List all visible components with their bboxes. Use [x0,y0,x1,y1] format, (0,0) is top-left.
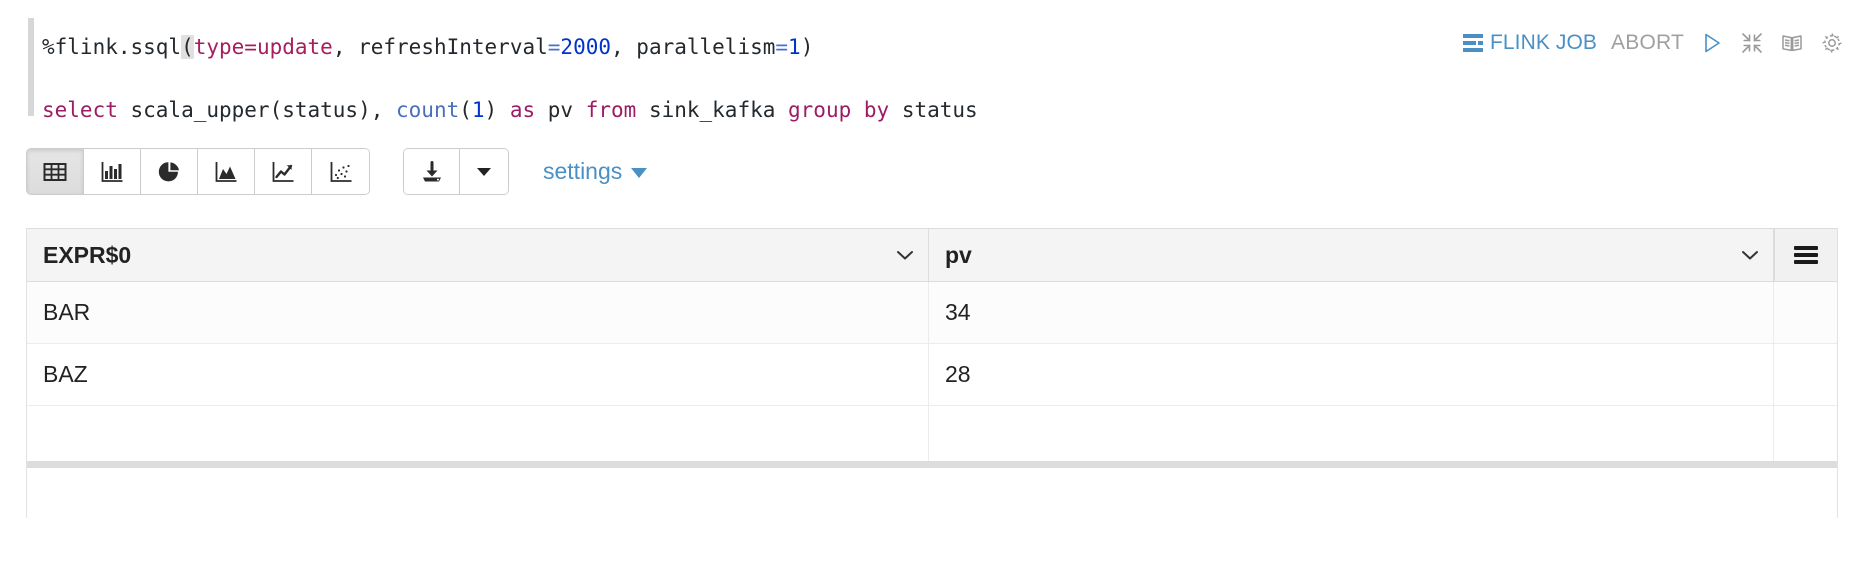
column-header-label: EXPR$0 [43,242,896,269]
chart-type-pie[interactable] [141,149,198,194]
horizontal-scrollbar[interactable] [27,461,1837,468]
param-refresh-eq: = [548,35,561,59]
cell-pv: 34 [929,282,1774,343]
scatter-chart-icon [328,159,354,185]
param-sep-2: , [611,35,636,59]
sql-keyword-from: from [573,98,649,122]
column-header-expr0[interactable]: EXPR$0 [27,229,929,281]
bar-chart-icon [99,159,125,185]
sql-paren-close: ) [485,98,498,122]
sql-literal-one: 1 [472,98,485,122]
run-icon[interactable] [1700,31,1724,55]
code-line-sql[interactable]: select scala_upper(status), count(1) as … [42,100,978,121]
abort-button[interactable]: ABORT [1611,31,1684,55]
code-content[interactable]: %flink.ssql(type=update, refreshInterval… [42,22,93,169]
sql-expression: scala_upper(status), [118,98,396,122]
sql-keyword-by: by [864,98,889,122]
gear-icon[interactable] [1820,31,1844,55]
chart-type-line[interactable] [255,149,312,194]
sql-alias-pv: pv [548,98,573,122]
code-editor[interactable]: %flink.ssql(type=update, refreshInterval… [0,0,1862,132]
sql-keyword-as: as [497,98,548,122]
column-header-pv[interactable]: pv [929,229,1774,281]
table-icon [42,159,68,185]
chevron-down-icon [477,168,491,176]
collapse-icon[interactable] [1740,31,1764,55]
line-chart-icon [270,159,296,185]
sql-function-count: count [396,98,459,122]
chart-type-scatter[interactable] [312,149,369,194]
chart-type-area[interactable] [198,149,255,194]
table-row[interactable]: BAR 34 [27,282,1837,344]
open-paren: ( [181,35,194,59]
sql-paren-open: ( [459,98,472,122]
cell-expr0: BAR [27,282,929,343]
param-sep-1: , [333,35,358,59]
table-blank-area [27,468,1837,568]
download-group [403,148,509,195]
param-parallelism-eq: = [775,35,788,59]
chart-type-bar[interactable] [84,149,141,194]
sql-keyword-select: select [42,98,118,122]
visualization-toolbar: settings [26,148,647,195]
interpreter-directive: %flink.ssql [42,35,181,59]
sql-table-name: sink_kafka [649,98,775,122]
server-stack-icon [1463,34,1483,52]
column-menu-button[interactable] [1774,229,1837,281]
download-dropdown-button[interactable] [460,149,508,194]
chart-type-group [26,148,370,195]
chart-type-table[interactable] [27,149,84,194]
editor-gutter [28,18,34,116]
download-button[interactable] [404,149,460,194]
pie-chart-icon [156,159,182,185]
settings-label: settings [543,158,622,185]
column-header-label: pv [945,242,1741,269]
area-chart-icon [213,159,239,185]
result-table: EXPR$0 pv BAR 34 BAZ 28 [26,228,1838,518]
cell-expr0: BAZ [27,344,929,405]
table-empty-space [27,406,1837,461]
cell-pv: 28 [929,344,1774,405]
hamburger-menu-icon [1791,244,1821,266]
sql-group-column: status [889,98,978,122]
param-refresh-value: 2000 [560,35,611,59]
download-icon [419,159,445,185]
settings-toggle[interactable]: settings [543,158,647,185]
chevron-down-icon [631,168,647,178]
table-header-row: EXPR$0 pv [27,228,1837,282]
sql-keyword-group: group [775,98,864,122]
param-type: type=update [194,35,333,59]
book-icon[interactable] [1780,31,1804,55]
param-parallelism-value: 1 [788,35,801,59]
chevron-down-icon [1741,249,1759,261]
flink-job-link[interactable]: FLINK JOB [1463,31,1597,55]
code-line-interpreter[interactable]: %flink.ssql(type=update, refreshInterval… [42,37,813,58]
flink-job-label: FLINK JOB [1490,31,1597,55]
table-row[interactable]: BAZ 28 [27,344,1837,406]
param-refresh-name: refreshInterval [358,35,548,59]
param-parallelism-name: parallelism [636,35,775,59]
paragraph-actions: FLINK JOB ABORT [1463,28,1844,58]
chevron-down-icon [896,249,914,261]
close-paren: ) [801,35,814,59]
